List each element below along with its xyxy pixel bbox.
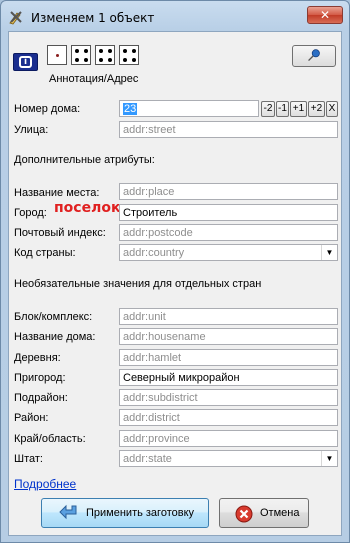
preset-closedway-icon[interactable] — [95, 45, 115, 65]
country-combo[interactable]: addr:country ▼ — [119, 244, 338, 261]
city-annotation: поселок — [54, 200, 121, 216]
housenumber-input[interactable]: 23 — [119, 100, 259, 117]
suburb-label: Пригород: — [14, 372, 66, 384]
more-info-link[interactable]: Подробнее — [14, 477, 76, 491]
hamlet-input[interactable]: addr:hamlet — [119, 349, 338, 366]
district-input[interactable]: addr:district — [119, 409, 338, 426]
country-label: Код страны: — [14, 247, 76, 259]
housenumber-label: Номер дома: — [14, 103, 81, 115]
pin-button[interactable] — [292, 45, 336, 67]
window-title: Изменяем 1 объект — [31, 11, 155, 25]
hamlet-label: Деревня: — [14, 352, 61, 364]
cancel-label: Отмена — [260, 507, 300, 519]
street-input[interactable]: addr:street — [119, 121, 338, 138]
city-label: Город: — [14, 207, 47, 219]
postcode-input[interactable]: addr:postcode — [119, 224, 338, 241]
clear-button[interactable]: X — [326, 101, 338, 117]
subdistrict-label: Подрайон: — [14, 392, 68, 404]
district-label: Район: — [14, 412, 49, 424]
increment-2-button[interactable]: +2 — [308, 101, 325, 117]
suburb-input[interactable]: Северный микрорайон — [119, 369, 338, 386]
info-icon[interactable]: i — [13, 53, 38, 71]
decrement-2-button[interactable]: -2 — [261, 101, 275, 117]
dialog-window: Изменяем 1 объект ✕ i Аннотация/Адрес Но… — [0, 0, 350, 543]
decrement-1-button[interactable]: -1 — [276, 101, 289, 117]
pushpin-icon — [308, 49, 320, 62]
close-button[interactable]: ✕ — [307, 6, 343, 24]
chevron-down-icon[interactable]: ▼ — [321, 245, 337, 260]
province-input[interactable]: addr:province — [119, 430, 338, 447]
housename-label: Название дома: — [14, 331, 96, 343]
state-label: Штат: — [14, 453, 43, 465]
preset-caption: Аннотация/Адрес — [49, 73, 139, 85]
subdistrict-input[interactable]: addr:subdistrict — [119, 389, 338, 406]
place-input[interactable]: addr:place — [119, 183, 338, 200]
extra-attributes-heading: Дополнительные атрибуты: — [14, 154, 155, 166]
title-bar[interactable]: Изменяем 1 объект ✕ — [1, 1, 349, 31]
postcode-label: Почтовый индекс: — [14, 227, 106, 239]
apply-arrow-icon — [59, 504, 77, 520]
province-label: Край/область: — [14, 433, 86, 445]
unit-input[interactable]: addr:unit — [119, 308, 338, 325]
apply-preset-label: Применить заготовку — [86, 507, 195, 519]
increment-1-button[interactable]: +1 — [290, 101, 307, 117]
cancel-x-icon — [235, 505, 253, 523]
street-label: Улица: — [14, 124, 49, 136]
apply-preset-button[interactable]: Применить заготовку — [41, 498, 209, 528]
preset-relation-icon[interactable] — [119, 45, 139, 65]
city-input[interactable]: Строитель — [119, 204, 338, 221]
optional-values-heading: Необязательные значения для отдельных ст… — [14, 278, 262, 290]
preset-way-icon[interactable] — [71, 45, 91, 65]
place-label: Название места: — [14, 187, 100, 199]
cancel-button[interactable]: Отмена — [219, 498, 309, 528]
state-combo[interactable]: addr:state ▼ — [119, 450, 338, 467]
housename-input[interactable]: addr:housename — [119, 328, 338, 345]
unit-label: Блок/комплекс: — [14, 311, 93, 323]
housenumber-value: 23 — [123, 103, 138, 115]
dialog-client-area: i Аннотация/Адрес Номер дома: 23 -2 -1 +… — [8, 31, 342, 536]
preset-node-icon[interactable] — [47, 45, 67, 65]
chevron-down-icon[interactable]: ▼ — [321, 451, 337, 466]
josm-edit-icon — [9, 11, 22, 25]
